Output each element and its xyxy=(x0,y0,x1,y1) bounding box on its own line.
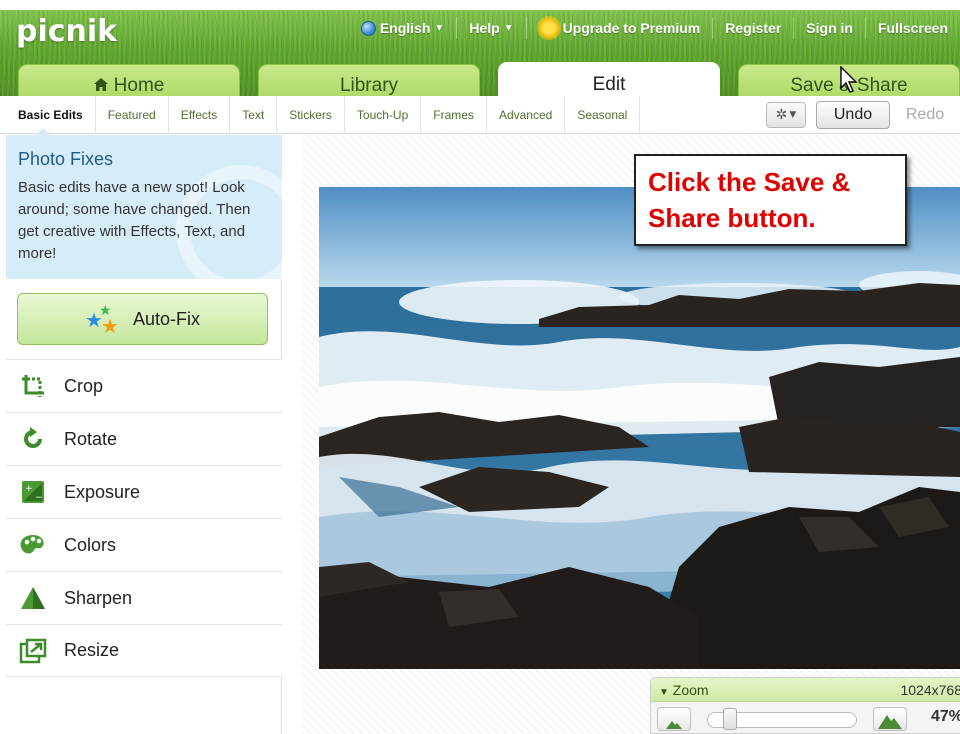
photo-fixes-tip: Photo Fixes Basic edits have a new spot!… xyxy=(6,135,282,279)
subtab-text[interactable]: Text xyxy=(230,96,278,134)
help-menu[interactable]: Help ▼ xyxy=(456,17,525,39)
subtab-advanced[interactable]: Advanced xyxy=(487,96,566,134)
sun-icon xyxy=(538,18,559,38)
tab-library-label: Library xyxy=(339,74,399,96)
upgrade-label: Upgrade to Premium xyxy=(562,20,701,36)
tool-crop[interactable]: Crop xyxy=(6,359,282,412)
tool-list: Crop Rotate +− Exposure Colors Sharpen xyxy=(6,359,282,677)
fullscreen-link[interactable]: Fullscreen xyxy=(864,17,960,39)
instruction-callout: Click the Save & Share button. xyxy=(634,154,907,246)
chevron-down-icon: ▼ xyxy=(434,22,445,34)
globe-icon xyxy=(360,20,376,36)
undo-button[interactable]: Undo xyxy=(816,101,890,129)
subtab-frames[interactable]: Frames xyxy=(421,96,487,134)
subtab-seasonal[interactable]: Seasonal xyxy=(565,96,641,134)
small-mountain-icon xyxy=(666,721,682,729)
palette-icon xyxy=(18,530,48,560)
tab-home-label: Home xyxy=(113,74,165,96)
large-mountain-icon xyxy=(878,715,902,729)
image-dimensions: 1024x768 xyxy=(900,681,960,698)
register-link[interactable]: Register xyxy=(712,17,793,39)
tool-exposure-label: Exposure xyxy=(64,481,141,502)
tip-text: Basic edits have a new spot! Look around… xyxy=(18,179,251,262)
tool-sharpen[interactable]: Sharpen xyxy=(6,571,282,624)
zoom-controls: 47% xyxy=(651,702,960,734)
mouse-cursor-icon xyxy=(840,66,858,93)
chevron-down-icon: ▼ xyxy=(503,22,514,34)
subtab-featured[interactable]: Featured xyxy=(96,96,169,134)
zoom-panel: ▼ Zoom 1024x768 47% xyxy=(650,677,960,734)
top-navigation: English ▼ Help ▼ Upgrade to Premium Regi… xyxy=(349,17,960,39)
settings-button[interactable]: ✲ ▼ xyxy=(766,102,806,128)
sharpen-icon xyxy=(18,583,48,613)
svg-text:+: + xyxy=(25,484,33,494)
zoom-slider-thumb[interactable] xyxy=(722,708,737,730)
subtab-effects[interactable]: Effects xyxy=(169,96,231,134)
subtab-stickers[interactable]: Stickers xyxy=(277,96,345,134)
resize-icon xyxy=(18,636,48,666)
edit-subtabs: Basic Edits Featured Effects Text Sticke… xyxy=(6,96,641,135)
zoom-label: Zoom xyxy=(672,681,709,698)
upgrade-premium-link[interactable]: Upgrade to Premium xyxy=(525,17,713,39)
auto-fix-label: Auto-Fix xyxy=(132,308,201,329)
tool-exposure[interactable]: + − Exposure xyxy=(6,465,282,518)
sparkle-stars-icon: ★ ★ ★ xyxy=(84,302,119,338)
photo-preview[interactable] xyxy=(319,187,960,669)
exposure-icon: + − xyxy=(18,477,48,507)
zoom-in-button[interactable] xyxy=(873,707,907,731)
subtab-touch-up[interactable]: Touch-Up xyxy=(345,96,422,134)
tip-title: Photo Fixes xyxy=(18,149,114,169)
tool-resize[interactable]: Resize xyxy=(6,624,282,677)
subtab-basic-edits[interactable]: Basic Edits xyxy=(6,96,96,135)
rotate-icon xyxy=(18,424,48,454)
tool-colors-label: Colors xyxy=(64,534,117,555)
zoom-out-button[interactable] xyxy=(657,707,691,731)
language-label: English xyxy=(379,20,431,36)
callout-line-2: Share button. xyxy=(648,203,816,233)
tool-rotate[interactable]: Rotate xyxy=(6,412,282,465)
tool-crop-label: Crop xyxy=(64,375,104,396)
redo-button[interactable]: Redo xyxy=(890,101,960,129)
gear-icon: ✲ xyxy=(775,107,788,123)
tool-resize-label: Resize xyxy=(64,640,120,660)
ocean-waves-rocks-image xyxy=(319,187,960,669)
callout-line-1: Click the Save & xyxy=(648,167,851,197)
zoom-percent: 47% xyxy=(931,708,960,725)
chevron-down-icon: ▼ xyxy=(789,110,797,120)
zoom-title: ▼ Zoom xyxy=(659,682,709,698)
home-icon xyxy=(93,77,108,94)
app-header: picnik English ▼ Help ▼ Upgrade to Premi… xyxy=(0,0,960,106)
zoom-header[interactable]: ▼ Zoom 1024x768 xyxy=(651,678,960,702)
svg-text:−: − xyxy=(35,493,43,503)
tool-colors[interactable]: Colors xyxy=(6,518,282,571)
crop-icon xyxy=(18,371,48,401)
help-label: Help xyxy=(469,20,500,36)
tool-sharpen-label: Sharpen xyxy=(64,587,133,608)
tool-rotate-label: Rotate xyxy=(64,428,118,449)
auto-fix-button[interactable]: ★ ★ ★ Auto-Fix xyxy=(17,293,268,345)
tools-sidebar: Photo Fixes Basic edits have a new spot!… xyxy=(6,135,282,734)
picnik-logo[interactable]: picnik xyxy=(16,14,117,49)
collapse-triangle-icon: ▼ xyxy=(659,686,669,698)
language-menu[interactable]: English ▼ xyxy=(349,17,456,39)
tab-edit-label: Edit xyxy=(592,73,626,95)
signin-link[interactable]: Sign in xyxy=(793,17,865,39)
